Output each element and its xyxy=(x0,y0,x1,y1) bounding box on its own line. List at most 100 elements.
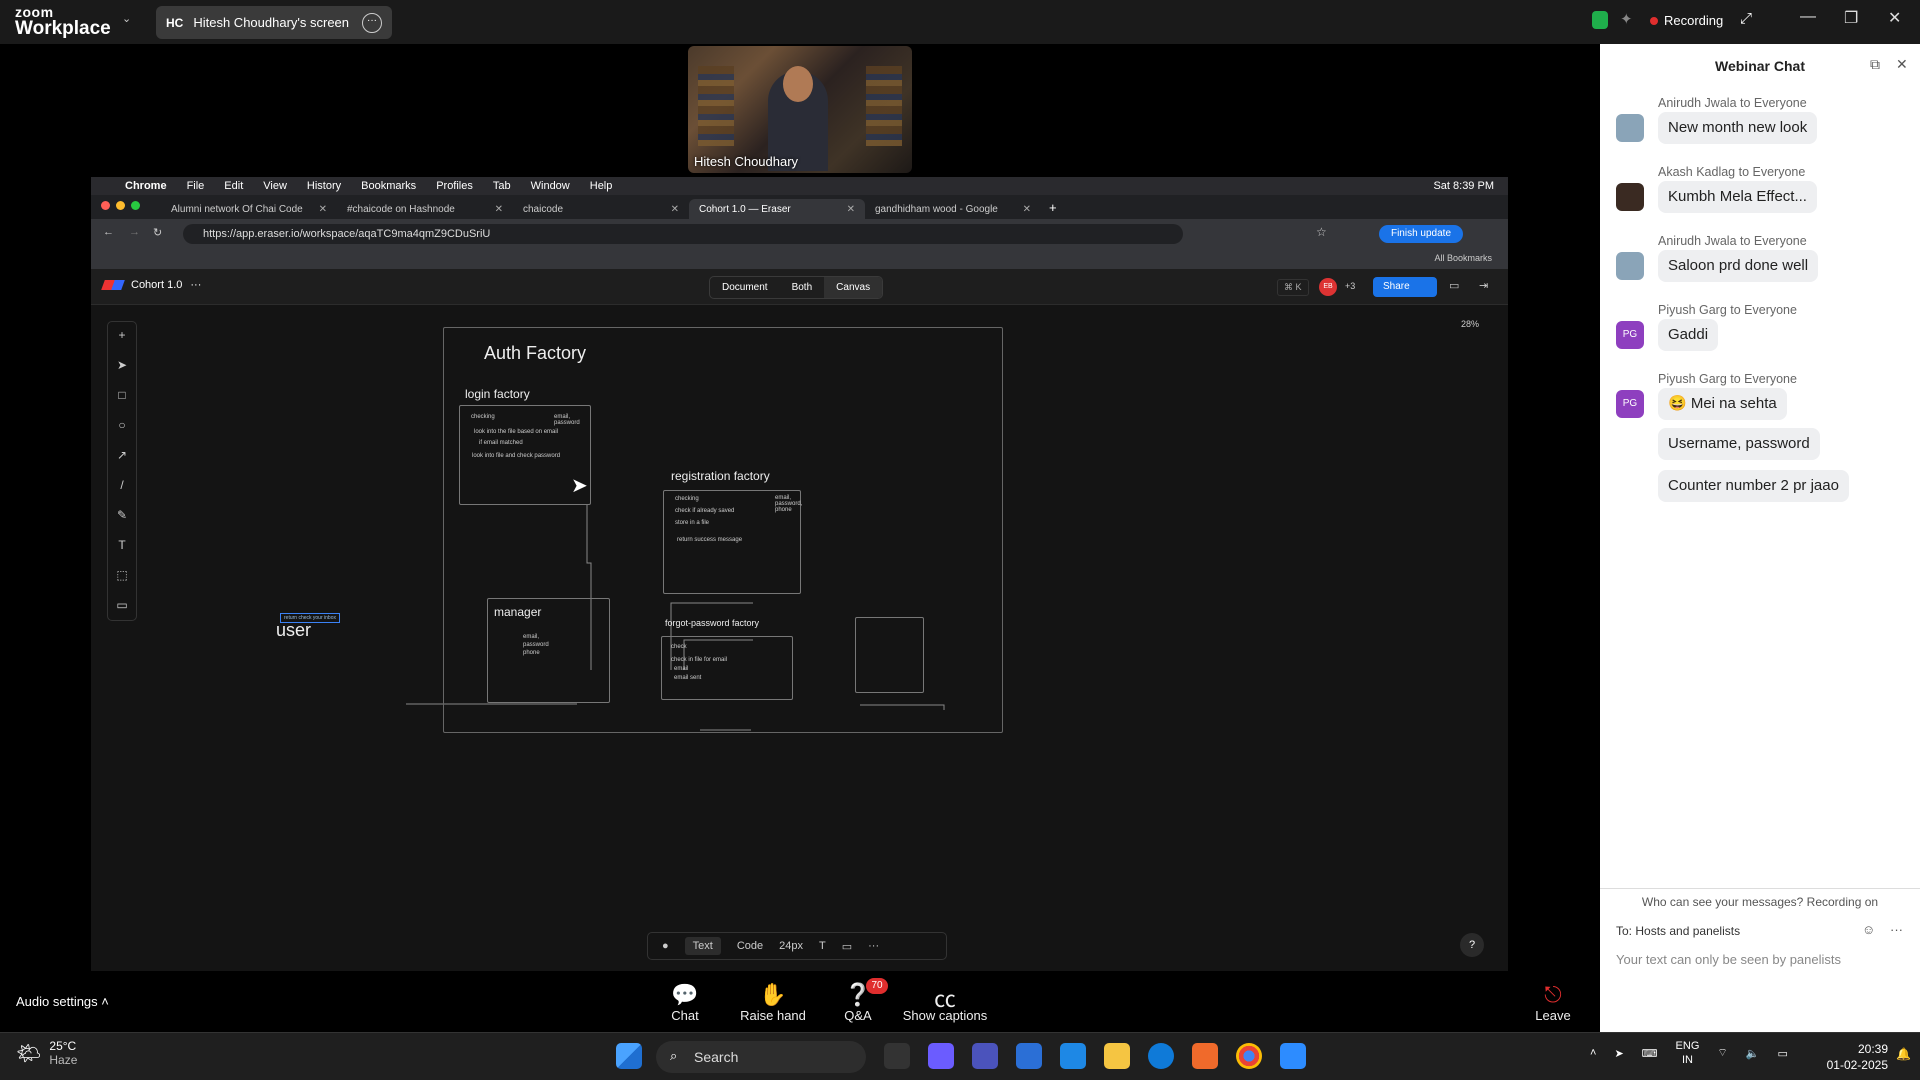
store-icon[interactable] xyxy=(1016,1043,1042,1069)
taskbar-search[interactable]: Search xyxy=(656,1041,866,1073)
browser-tab[interactable]: gandhidham wood - Google ✕ xyxy=(865,199,1041,219)
new-tab-icon[interactable]: + xyxy=(1041,200,1065,219)
more-icon[interactable]: ··· xyxy=(190,279,201,291)
weather-widget[interactable]: 🌤 25°C Haze xyxy=(16,1039,77,1067)
zoom-app-icon[interactable] xyxy=(1280,1043,1306,1069)
menu-bookmarks[interactable]: Bookmarks xyxy=(361,180,416,192)
raise-hand-button[interactable]: ✋ Raise hand xyxy=(728,982,818,1023)
menu-edit[interactable]: Edit xyxy=(224,180,243,192)
menu-chrome[interactable]: Chrome xyxy=(125,180,167,192)
manager-box[interactable]: manager email, password phone xyxy=(487,598,610,703)
comment-icon[interactable]: ▭ xyxy=(842,940,852,953)
color-picker-icon[interactable]: ● xyxy=(662,940,669,952)
privacy-notice[interactable]: Who can see your messages? Recording on xyxy=(1600,888,1920,909)
command-k-button[interactable]: ⌘ K xyxy=(1277,279,1309,296)
browser-tab[interactable]: #chaicode on Hashnode ✕ xyxy=(337,199,513,219)
close-tab-icon[interactable]: ✕ xyxy=(671,204,679,215)
share-button[interactable]: Share xyxy=(1373,277,1437,297)
minimize-dot-icon[interactable] xyxy=(116,201,125,210)
back-icon[interactable]: ← xyxy=(103,226,114,238)
close-chat-icon[interactable]: ✕ xyxy=(1896,56,1908,73)
help-button[interactable]: ? xyxy=(1460,933,1484,957)
message-bubble[interactable]: Counter number 2 pr jaao xyxy=(1658,470,1849,502)
task-view-icon[interactable] xyxy=(884,1043,910,1069)
speaker-video[interactable]: Hitesh Choudhary xyxy=(688,46,912,173)
close-tab-icon[interactable]: ✕ xyxy=(847,204,855,215)
collaborator-avatar[interactable]: EB xyxy=(1319,278,1337,296)
eraser-canvas[interactable]: + ➤ □ ○ ↗ / ✎ T ⬚ ▭ 28% Auth Factory log… xyxy=(91,305,1508,971)
font-select[interactable]: T xyxy=(819,940,826,952)
security-shield-icon[interactable] xyxy=(1592,11,1608,29)
font-size-select[interactable]: 24px xyxy=(779,940,803,952)
volume-icon[interactable]: 🔈 xyxy=(1746,1047,1760,1060)
menu-file[interactable]: File xyxy=(187,180,205,192)
message-bubble[interactable]: 😆 Mei na sehta xyxy=(1658,388,1787,420)
message-bubble[interactable]: Kumbh Mela Effect... xyxy=(1658,181,1817,213)
collaborator-count[interactable]: +3 xyxy=(1345,281,1355,291)
pen-app-icon[interactable] xyxy=(1192,1043,1218,1069)
copilot-icon[interactable] xyxy=(928,1043,954,1069)
recipient-select[interactable]: Hosts and panelists xyxy=(1635,924,1740,938)
menu-view[interactable]: View xyxy=(263,180,287,192)
reload-icon[interactable]: ↻ xyxy=(153,226,162,239)
message-bubble[interactable]: Username, password xyxy=(1658,428,1820,460)
more-icon[interactable]: ··· xyxy=(1890,922,1903,937)
chat-button[interactable]: 💬 Chat xyxy=(640,982,730,1023)
keyboard-icon[interactable]: ⌨ xyxy=(1642,1047,1658,1060)
windows-start-icon[interactable] xyxy=(616,1043,642,1069)
recording-indicator[interactable]: Recording xyxy=(1650,13,1723,28)
expand-icon[interactable]: ⤢ xyxy=(1740,10,1752,27)
registration-factory-box[interactable]: checking email, password, phone check if… xyxy=(663,490,802,594)
menu-history[interactable]: History xyxy=(307,180,341,192)
popout-icon[interactable]: ⧉ xyxy=(1870,56,1880,73)
taskbar-clock[interactable]: 20:39 01-02-2025 xyxy=(1808,1041,1888,1073)
teams-icon[interactable] xyxy=(972,1043,998,1069)
leave-button[interactable]: ⎋ Leave xyxy=(1508,982,1598,1023)
forgot-password-box[interactable]: check check in file for email email emai… xyxy=(661,636,793,700)
battery-icon[interactable]: ▭ xyxy=(1777,1047,1787,1060)
minimize-icon[interactable]: — xyxy=(1800,8,1816,26)
code-mode-button[interactable]: Code xyxy=(737,940,763,952)
text-mode-button[interactable]: Text xyxy=(684,937,721,955)
edge-icon[interactable] xyxy=(1148,1043,1174,1069)
location-icon[interactable]: ➤ xyxy=(1614,1047,1623,1060)
browser-tab-active[interactable]: Cohort 1.0 — Eraser ✕ xyxy=(689,199,865,219)
doc-title[interactable]: Cohort 1.0 xyxy=(131,279,182,291)
close-window-icon[interactable]: ✕ xyxy=(1888,8,1901,28)
tray-overflow-icon[interactable]: ˄ xyxy=(1590,1047,1596,1059)
emoji-icon[interactable]: ☺ xyxy=(1862,922,1875,937)
zoom-dot-icon[interactable] xyxy=(131,201,140,210)
file-explorer-icon[interactable] xyxy=(1104,1043,1130,1069)
finish-update-button[interactable]: Finish update xyxy=(1379,225,1463,243)
comments-icon[interactable]: ▭ xyxy=(1449,279,1459,292)
wifi-icon[interactable]: ⌔ xyxy=(1717,1046,1727,1060)
view-document-tab[interactable]: Document xyxy=(710,277,780,298)
sparkle-icon[interactable]: ✦ xyxy=(1620,10,1633,28)
message-bubble[interactable]: Gaddi xyxy=(1658,319,1719,351)
chat-input[interactable]: Your text can only be seen by panelists xyxy=(1616,952,1841,967)
empty-box[interactable] xyxy=(855,617,924,693)
chrome-icon[interactable] xyxy=(1236,1043,1262,1069)
url-input[interactable]: https://app.eraser.io/workspace/aqaTC9ma… xyxy=(183,224,1183,244)
qa-button[interactable]: ❔ Q&A xyxy=(813,982,903,1023)
menu-tab[interactable]: Tab xyxy=(493,180,511,192)
browser-tab[interactable]: Alumni network Of Chai Code ✕ xyxy=(161,199,337,219)
recipient-row[interactable]: To: Hosts and panelists xyxy=(1616,924,1740,938)
browser-tab[interactable]: chaicode ✕ xyxy=(513,199,689,219)
chevron-down-icon[interactable]: ⌄ xyxy=(122,12,131,25)
user-label[interactable]: user xyxy=(276,620,311,641)
bookmark-star-icon[interactable]: ☆ xyxy=(1316,225,1327,239)
more-options-icon[interactable]: ··· xyxy=(362,12,382,33)
more-icon[interactable]: ··· xyxy=(868,940,879,952)
export-icon[interactable]: ⇥ xyxy=(1479,279,1488,292)
view-canvas-tab[interactable]: Canvas xyxy=(824,277,883,298)
menu-help[interactable]: Help xyxy=(590,180,613,192)
screen-share-pill[interactable]: HC Hitesh Choudhary's screen ··· xyxy=(156,6,392,39)
view-both-tab[interactable]: Both xyxy=(780,277,825,298)
close-tab-icon[interactable]: ✕ xyxy=(319,204,327,215)
all-bookmarks-link[interactable]: All Bookmarks xyxy=(1434,253,1492,263)
help-app-icon[interactable] xyxy=(1060,1043,1086,1069)
close-dot-icon[interactable] xyxy=(101,201,110,210)
forward-icon[interactable]: → xyxy=(129,226,140,238)
language-indicator[interactable]: ENG IN xyxy=(1676,1039,1700,1067)
